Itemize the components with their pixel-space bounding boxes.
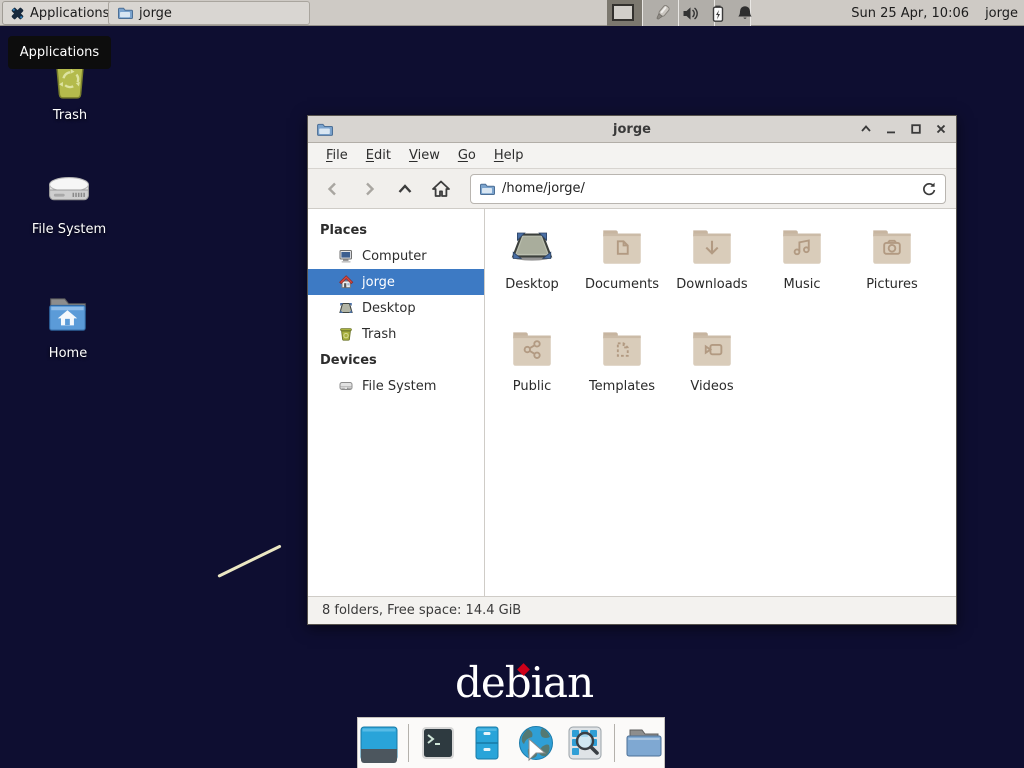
xfce-menu-icon	[10, 6, 25, 21]
sidebar-item-label: File System	[362, 379, 436, 394]
folder-tile-videos[interactable]: Videos	[667, 323, 757, 423]
desktop-icon	[338, 300, 354, 316]
applications-menu-label: Applications	[30, 6, 109, 21]
back-button[interactable]	[318, 175, 348, 203]
sidebar: Places Computer jorge Desktop	[308, 209, 485, 596]
folder-icon	[117, 5, 133, 21]
folder-tile-documents[interactable]: Documents	[577, 221, 667, 321]
menubar: File Edit View Go Help	[308, 143, 956, 169]
folder-view[interactable]: Desktop Documents Downloads Music	[485, 209, 956, 596]
top-panel: Applications jorge Sun 25 Apr, 10:06 jor…	[0, 0, 1024, 26]
sidebar-item-label: Trash	[362, 327, 396, 342]
file-manager-window[interactable]: jorge File Edit View Go Help /home/jorge…	[307, 115, 957, 625]
trash-small-icon	[338, 326, 354, 342]
forward-button[interactable]	[354, 175, 384, 203]
terminal-icon[interactable]	[418, 723, 458, 763]
application-finder-icon[interactable]	[565, 723, 605, 763]
sidebar-item-file-system[interactable]: File System	[308, 373, 484, 399]
dock-folder-icon[interactable]	[624, 723, 664, 763]
desktop-icon-label: Home	[49, 346, 87, 361]
panel-username[interactable]: jorge	[985, 0, 1018, 26]
path-input[interactable]: /home/jorge/	[502, 181, 914, 196]
desktop-icon-label: File System	[32, 222, 106, 237]
folder-tile-music[interactable]: Music	[757, 221, 847, 321]
sidebar-header-devices: Devices	[308, 347, 484, 373]
panel-clock[interactable]: Sun 25 Apr, 10:06	[851, 0, 969, 26]
folder-tile-downloads[interactable]: Downloads	[667, 221, 757, 321]
battery-charging-icon[interactable]	[709, 4, 727, 23]
home-button[interactable]	[426, 175, 456, 203]
folder-tile-desktop[interactable]: Desktop	[487, 221, 577, 321]
menu-go[interactable]: Go	[450, 145, 484, 166]
menu-help[interactable]: Help	[486, 145, 532, 166]
desktop-icon-label: Trash	[53, 108, 87, 123]
folder-tile-templates[interactable]: Templates	[577, 323, 667, 423]
path-bar[interactable]: /home/jorge/	[470, 174, 946, 204]
house-icon	[338, 274, 354, 290]
statusbar: 8 folders, Free space: 14.4 GiB	[308, 596, 956, 624]
workspace-1[interactable]	[607, 0, 643, 26]
window-titlebar[interactable]: jorge	[308, 116, 956, 143]
dock	[357, 717, 665, 768]
sidebar-item-label: Desktop	[362, 301, 416, 316]
sidebar-item-label: Computer	[362, 249, 427, 264]
drive-small-icon	[338, 378, 354, 394]
notifications-bell-icon[interactable]	[736, 4, 754, 23]
file-manager-icon[interactable]	[467, 723, 507, 763]
show-desktop-icon[interactable]	[359, 723, 399, 763]
desktop-icon-file-system[interactable]: File System	[14, 164, 124, 237]
dock-separator	[614, 724, 615, 762]
menu-view[interactable]: View	[401, 145, 448, 166]
applications-menu-button[interactable]: Applications	[2, 1, 117, 25]
reload-icon[interactable]	[921, 181, 937, 197]
folder-tile-public[interactable]: Public	[487, 323, 577, 423]
web-browser-icon[interactable]	[516, 723, 556, 763]
close-button[interactable]	[933, 122, 948, 137]
sidebar-item-trash[interactable]: Trash	[308, 321, 484, 347]
volume-icon[interactable]	[681, 4, 700, 23]
computer-icon	[338, 248, 354, 264]
path-folder-icon	[479, 181, 495, 197]
sidebar-item-computer[interactable]: Computer	[308, 243, 484, 269]
statusbar-text: 8 folders, Free space: 14.4 GiB	[322, 603, 521, 618]
downloads-folder-icon	[687, 221, 737, 271]
sidebar-item-desktop[interactable]: Desktop	[308, 295, 484, 321]
workspace-window-thumb	[612, 4, 634, 21]
tooltip-text: Applications	[20, 45, 99, 60]
folder-tile-pictures[interactable]: Pictures	[847, 221, 937, 321]
drag-artifact-line	[217, 544, 281, 577]
shade-button[interactable]	[858, 122, 873, 137]
home-folder-icon	[41, 288, 95, 340]
menu-edit[interactable]: Edit	[358, 145, 399, 166]
system-tray	[652, 0, 754, 26]
desktop-trapezoid-icon	[507, 221, 557, 271]
music-folder-icon	[777, 221, 827, 271]
sidebar-item-jorge[interactable]: jorge	[308, 269, 484, 295]
public-folder-icon	[507, 323, 557, 373]
debian-logo: debian	[455, 660, 593, 706]
videos-folder-icon	[687, 323, 737, 373]
sidebar-header-places: Places	[308, 217, 484, 243]
sidebar-item-label: jorge	[362, 275, 395, 290]
drive-icon	[42, 164, 96, 216]
stylus-icon[interactable]	[652, 3, 672, 23]
documents-folder-icon	[597, 221, 647, 271]
templates-folder-icon	[597, 323, 647, 373]
toolbar: /home/jorge/	[308, 169, 956, 209]
desktop-icon-home[interactable]: Home	[13, 288, 123, 361]
taskbar-button-jorge[interactable]: jorge	[108, 1, 310, 25]
dock-separator	[408, 724, 409, 762]
pictures-folder-icon	[867, 221, 917, 271]
up-button[interactable]	[390, 175, 420, 203]
maximize-button[interactable]	[908, 122, 923, 137]
minimize-button[interactable]	[883, 122, 898, 137]
applications-tooltip: Applications	[8, 36, 111, 69]
taskbar-button-label: jorge	[139, 6, 172, 21]
menu-file[interactable]: File	[318, 145, 356, 166]
